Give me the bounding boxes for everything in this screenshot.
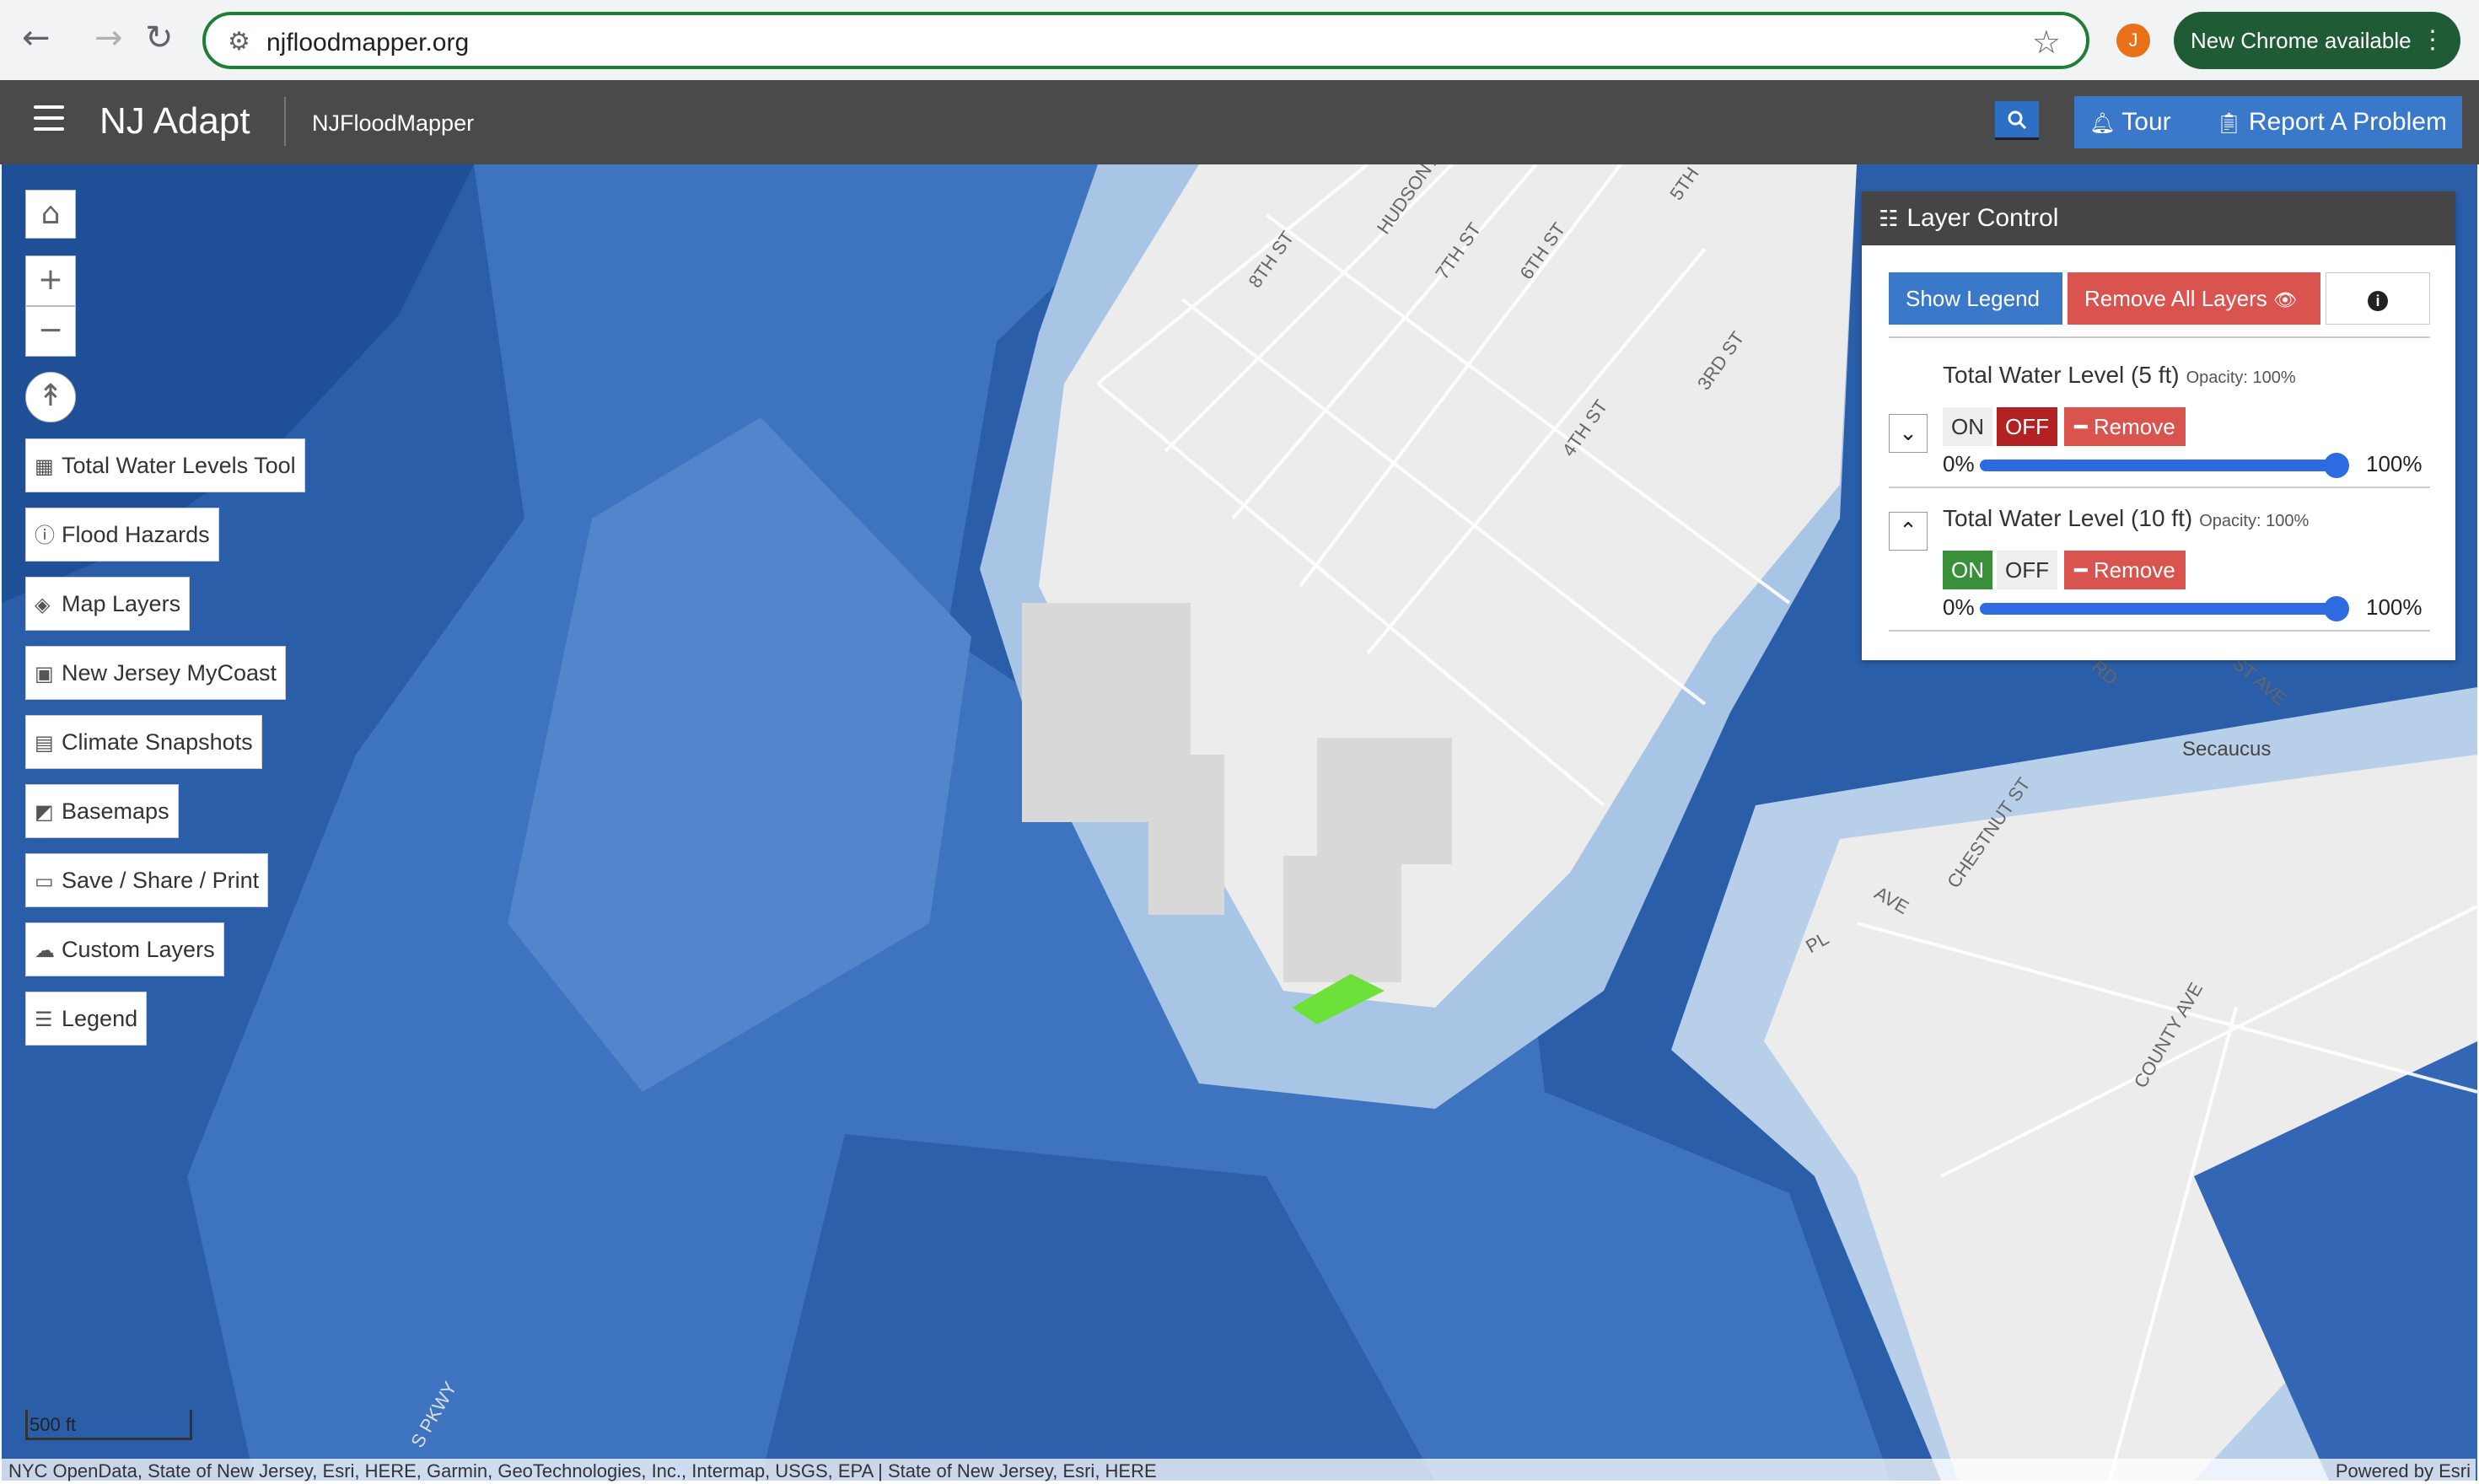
remove-all-layers-button[interactable]: Remove All Layers 👁︎: [2068, 272, 2320, 325]
list-icon: ☰: [35, 1008, 53, 1031]
layers-icon: ◈: [35, 593, 51, 616]
info-button[interactable]: i: [2326, 272, 2430, 325]
map-attribution: NYC OpenData, State of New Jersey, Esri,…: [0, 1459, 2476, 1484]
chevron-down-icon[interactable]: ⌄: [1889, 414, 1928, 453]
eye-slash-icon: 👁︎: [2273, 290, 2297, 311]
bell-icon: 🔔︎: [2089, 111, 2116, 135]
upload-icon: ☁: [35, 938, 55, 962]
tour-button[interactable]: 🔔︎ Tour: [2074, 96, 2209, 148]
layer-off-toggle[interactable]: OFF: [1997, 551, 2057, 589]
zoom-in-button[interactable]: +: [25, 255, 76, 306]
clipboard-icon: 📋︎: [2216, 111, 2242, 135]
back-icon[interactable]: ←: [22, 19, 51, 57]
layer-on-toggle[interactable]: ON: [1943, 407, 1992, 446]
scale-bar: 500 ft: [25, 1410, 192, 1440]
opacity-max-label: 100%: [2366, 594, 2423, 620]
bookmark-star-icon[interactable]: ☆: [2032, 24, 2061, 61]
save-icon: ▭: [35, 869, 54, 893]
basemaps-button[interactable]: ◩ Basemaps: [25, 784, 179, 838]
reload-icon[interactable]: ↻: [145, 19, 174, 57]
tour-label: Tour: [2121, 108, 2171, 136]
header-divider: [284, 97, 286, 146]
search-button[interactable]: [1995, 101, 2039, 140]
custom-layers-button[interactable]: ☁ Custom Layers: [25, 922, 224, 976]
total-water-levels-tool-button[interactable]: ▦ Total Water Levels Tool: [25, 438, 305, 492]
site-settings-icon[interactable]: ⚙: [228, 27, 250, 56]
url-text[interactable]: njfloodmapper.org: [266, 29, 469, 57]
opacity-min-label: 0%: [1943, 594, 1975, 620]
compass-icon[interactable]: ↟: [25, 372, 76, 422]
divider: [1889, 336, 2430, 338]
opacity-min-label: 0%: [1943, 451, 1975, 476]
info-icon: i: [2368, 291, 2388, 311]
legend-button[interactable]: ☰ Legend: [25, 992, 148, 1046]
chrome-update-button[interactable]: New Chrome available ⋮: [2174, 12, 2460, 69]
forward-icon[interactable]: →: [94, 19, 123, 57]
layer-off-toggle[interactable]: OFF: [1997, 407, 2057, 446]
minus-icon: ━: [2074, 414, 2088, 439]
info-circle-icon: ⓘ: [35, 524, 55, 547]
water-levels-icon: ▦: [35, 454, 54, 478]
image-icon: ▣: [35, 662, 54, 686]
opacity-slider[interactable]: [1980, 453, 2349, 478]
layer-title: Total Water Level (5 ft) Opacity: 100%: [1943, 362, 2296, 388]
divider: [1889, 487, 2430, 488]
remove-layer-button[interactable]: ━ Remove: [2064, 551, 2186, 589]
brand-title[interactable]: NJ Adapt: [99, 100, 250, 142]
profile-avatar[interactable]: J: [2116, 24, 2150, 57]
list-table-icon: ☷: [1879, 207, 1899, 232]
address-bar[interactable]: ⚙ njfloodmapper.org ☆: [202, 12, 2089, 69]
more-menu-icon[interactable]: ⋮: [2420, 12, 2445, 69]
report-label: Report A Problem: [2248, 108, 2447, 136]
opacity-slider[interactable]: [1980, 596, 2349, 621]
hamburger-menu-icon[interactable]: [34, 105, 64, 136]
map-layers-button[interactable]: ◈ Map Layers: [25, 577, 191, 631]
snapshot-icon: ▤: [35, 731, 54, 755]
layer-title: Total Water Level (10 ft) Opacity: 100%: [1943, 505, 2310, 531]
remove-layer-button[interactable]: ━ Remove: [2064, 407, 2186, 446]
app-header: NJ Adapt NJFloodMapper 🔔︎ Tour 📋︎ Report…: [0, 80, 2479, 164]
divider: [1889, 630, 2430, 632]
browser-toolbar: ← → ↻ ⚙ njfloodmapper.org ☆ J New Chrome…: [0, 0, 2479, 80]
zoom-out-button[interactable]: −: [25, 306, 76, 357]
layer-control-header: ☷ Layer Control: [1862, 191, 2455, 245]
flood-hazards-button[interactable]: ⓘ Flood Hazards: [25, 508, 219, 562]
show-legend-button[interactable]: Show Legend: [1889, 272, 2062, 325]
map-label-secaucus: Secaucus: [2182, 738, 2272, 761]
chevron-up-icon[interactable]: ⌃: [1889, 512, 1928, 551]
update-label: New Chrome available: [2191, 28, 2412, 53]
home-icon[interactable]: ⌂: [25, 190, 76, 239]
layer-on-toggle[interactable]: ON: [1943, 551, 1992, 589]
search-icon: [2008, 110, 2027, 130]
report-problem-button[interactable]: 📋︎ Report A Problem: [2201, 96, 2462, 148]
slider-handle[interactable]: [2324, 453, 2349, 478]
climate-snapshots-button[interactable]: ▤ Climate Snapshots: [25, 715, 262, 769]
save-share-print-button[interactable]: ▭ Save / Share / Print: [25, 853, 269, 907]
nj-mycoast-button[interactable]: ▣ New Jersey MyCoast: [25, 646, 287, 700]
slider-handle[interactable]: [2324, 596, 2349, 621]
basemap-icon: ◩: [35, 800, 54, 824]
opacity-max-label: 100%: [2366, 451, 2423, 476]
powered-by-esri[interactable]: Powered by Esri: [2336, 1459, 2471, 1484]
app-subtitle: NJFloodMapper: [312, 110, 475, 136]
layer-control-panel: ☷ Layer Control Show Legend Remove All La…: [1862, 191, 2455, 660]
minus-icon: ━: [2074, 557, 2088, 583]
